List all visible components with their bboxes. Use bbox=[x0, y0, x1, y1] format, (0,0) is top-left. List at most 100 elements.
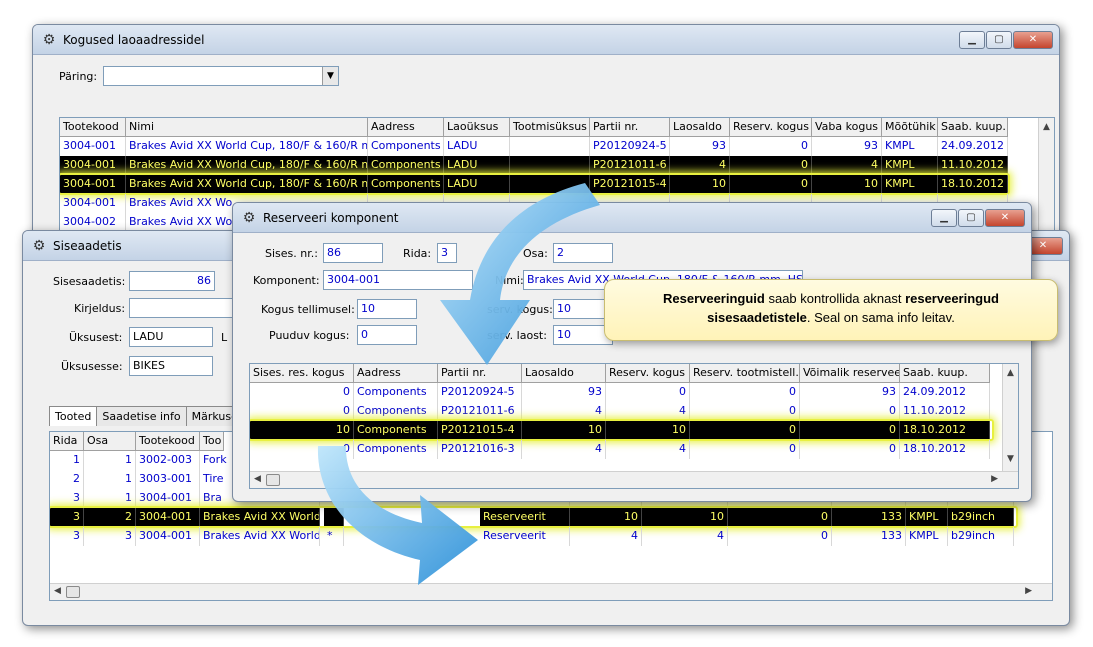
app-icon: ⚙ bbox=[32, 237, 46, 254]
minimize-button[interactable]: ▁ bbox=[959, 31, 985, 49]
tab-strip: Tooted Saadetise info Märkuse bbox=[49, 406, 244, 426]
table-cell: 0 bbox=[800, 440, 900, 459]
table-cell: 0 bbox=[690, 440, 800, 459]
table-cell: 0 bbox=[690, 421, 800, 440]
close-button[interactable]: ✕ bbox=[1013, 31, 1053, 49]
uksusesse-field[interactable]: BIKES bbox=[129, 356, 213, 376]
rida-label: Rida: bbox=[403, 247, 432, 260]
app-icon: ⚙ bbox=[42, 31, 56, 48]
title-bar[interactable]: ⚙ Reserveeri komponent ▁ ▢ ✕ bbox=[233, 203, 1031, 233]
table-cell: Components bbox=[368, 175, 444, 194]
komponent-field[interactable]: 3004-001 bbox=[323, 270, 473, 290]
table-cell: LADU bbox=[444, 156, 510, 175]
column-header[interactable]: Laosaldo bbox=[522, 364, 606, 383]
scroll-thumb[interactable] bbox=[66, 586, 80, 598]
window-title: Siseaadetis bbox=[53, 238, 122, 253]
column-header[interactable]: Tootekood bbox=[60, 118, 126, 137]
maximize-button[interactable]: ▢ bbox=[958, 209, 984, 227]
table-cell: b29inch bbox=[948, 508, 1014, 527]
maximize-button[interactable]: ▢ bbox=[986, 31, 1012, 49]
window-title: Kogused laoaadressidel bbox=[63, 32, 205, 47]
column-header[interactable]: Reserv. tootmistell. bbox=[690, 364, 800, 383]
column-header[interactable]: Too bbox=[200, 432, 224, 451]
vertical-scrollbar[interactable]: ▲ ▼ bbox=[1002, 364, 1018, 472]
scroll-right-icon[interactable]: ▶ bbox=[991, 474, 998, 484]
column-header[interactable]: Partii nr. bbox=[438, 364, 522, 383]
column-header[interactable]: Reserv. kogus bbox=[606, 364, 690, 383]
table-cell bbox=[510, 175, 590, 194]
column-header[interactable]: Mõõtühik bbox=[882, 118, 938, 137]
tab-saadetise-info[interactable]: Saadetise info bbox=[96, 406, 187, 426]
scroll-left-icon[interactable]: ◀ bbox=[254, 474, 261, 484]
tab-tooted[interactable]: Tooted bbox=[49, 406, 98, 426]
column-header[interactable]: Aadress bbox=[354, 364, 438, 383]
uksusesse-label: Üksusesse: bbox=[61, 360, 123, 373]
reserv-laost-label: serv. laost: bbox=[487, 329, 547, 342]
scroll-up-icon[interactable]: ▲ bbox=[1043, 122, 1050, 132]
puuduv-kogus-field[interactable]: 0 bbox=[357, 325, 417, 345]
table-cell: 3004-001 bbox=[60, 175, 126, 194]
reserv-kogus-label: serv. kogus: bbox=[487, 303, 553, 316]
table-cell: LADU bbox=[444, 175, 510, 194]
kirjeldus-field[interactable] bbox=[129, 298, 239, 318]
table-cell: P20121011-6 bbox=[590, 156, 670, 175]
table-cell: 10 bbox=[812, 175, 882, 194]
table-cell: 93 bbox=[522, 383, 606, 402]
table-cell: 0 bbox=[800, 421, 900, 440]
table-cell: 0 bbox=[800, 402, 900, 421]
callout-text-1: saab kontrollida aknast bbox=[764, 291, 906, 306]
column-header[interactable]: Osa bbox=[84, 432, 136, 451]
uksusest-field[interactable]: LADU bbox=[129, 327, 213, 347]
table-cell: 18.10.2012 bbox=[938, 175, 1008, 194]
query-combo[interactable]: ▼ bbox=[103, 66, 339, 86]
table-cell: 93 bbox=[812, 137, 882, 156]
scroll-down-icon[interactable]: ▼ bbox=[1007, 454, 1014, 464]
column-header[interactable]: Aadress bbox=[368, 118, 444, 137]
column-header[interactable]: Rida bbox=[50, 432, 84, 451]
column-header[interactable]: Võimalik reserveeritav bbox=[800, 364, 900, 383]
sisesaadetis-field[interactable]: 86 bbox=[129, 271, 215, 291]
column-header[interactable]: Sises. res. kogus bbox=[250, 364, 354, 383]
column-header[interactable]: Nimi bbox=[126, 118, 368, 137]
table-cell: KMPL bbox=[882, 175, 938, 194]
callout-text-2: . Seal on sama info leitav. bbox=[806, 310, 955, 325]
table-cell: 1 bbox=[84, 451, 136, 470]
close-button[interactable]: ✕ bbox=[985, 209, 1025, 227]
title-bar[interactable]: ⚙ Kogused laoaadressidel ▁ ▢ ✕ bbox=[33, 25, 1059, 55]
scroll-left-icon[interactable]: ◀ bbox=[54, 586, 61, 596]
rida-field[interactable]: 3 bbox=[437, 243, 457, 263]
table-cell: 3004-001 bbox=[60, 156, 126, 175]
minimize-button[interactable]: ▁ bbox=[931, 209, 957, 227]
column-header[interactable]: Partii nr. bbox=[590, 118, 670, 137]
query-label: Päring: bbox=[59, 70, 98, 83]
column-header[interactable]: Tootmisüksus bbox=[510, 118, 590, 137]
table-cell: 4 bbox=[642, 527, 728, 546]
reservation-grid[interactable]: Sises. res. kogus Aadress Partii nr. Laosal… bbox=[249, 363, 1019, 489]
table-cell: Components bbox=[368, 137, 444, 156]
table-cell: LADU bbox=[444, 137, 510, 156]
kogus-tellimusel-field[interactable]: 10 bbox=[357, 299, 417, 319]
scroll-up-icon[interactable]: ▲ bbox=[1007, 368, 1014, 378]
vertical-scrollbar[interactable]: ▲ bbox=[1038, 118, 1054, 236]
column-header[interactable]: Reserv. kogus bbox=[730, 118, 812, 137]
column-header[interactable]: Tootekood bbox=[136, 432, 200, 451]
column-header[interactable]: Laoüksus bbox=[444, 118, 510, 137]
table-cell: 0 bbox=[250, 440, 354, 459]
table-cell: 11.10.2012 bbox=[900, 402, 990, 421]
column-header[interactable]: Saab. kuup. bbox=[938, 118, 1008, 137]
scroll-right-icon[interactable]: ▶ bbox=[1025, 586, 1032, 596]
table-cell: 0 bbox=[250, 402, 354, 421]
horizontal-scrollbar[interactable]: ◀ ▶ bbox=[50, 583, 1052, 600]
osa-field[interactable]: 2 bbox=[553, 243, 613, 263]
sises-nr-field[interactable]: 86 bbox=[323, 243, 383, 263]
sisesaadetis-label: Sisesaadetis: bbox=[53, 275, 126, 288]
table-cell: P20121015-4 bbox=[438, 421, 522, 440]
scroll-thumb[interactable] bbox=[266, 474, 280, 486]
column-header[interactable]: Laosaldo bbox=[670, 118, 730, 137]
info-callout: Reserveeringuid saab kontrollida aknast … bbox=[604, 279, 1058, 341]
table-cell: 18.10.2012 bbox=[900, 421, 990, 440]
column-header[interactable]: Vaba kogus bbox=[812, 118, 882, 137]
chevron-down-icon[interactable]: ▼ bbox=[322, 67, 338, 85]
horizontal-scrollbar[interactable]: ◀ ▶ bbox=[250, 471, 1018, 488]
column-header[interactable]: Saab. kuup. bbox=[900, 364, 990, 383]
